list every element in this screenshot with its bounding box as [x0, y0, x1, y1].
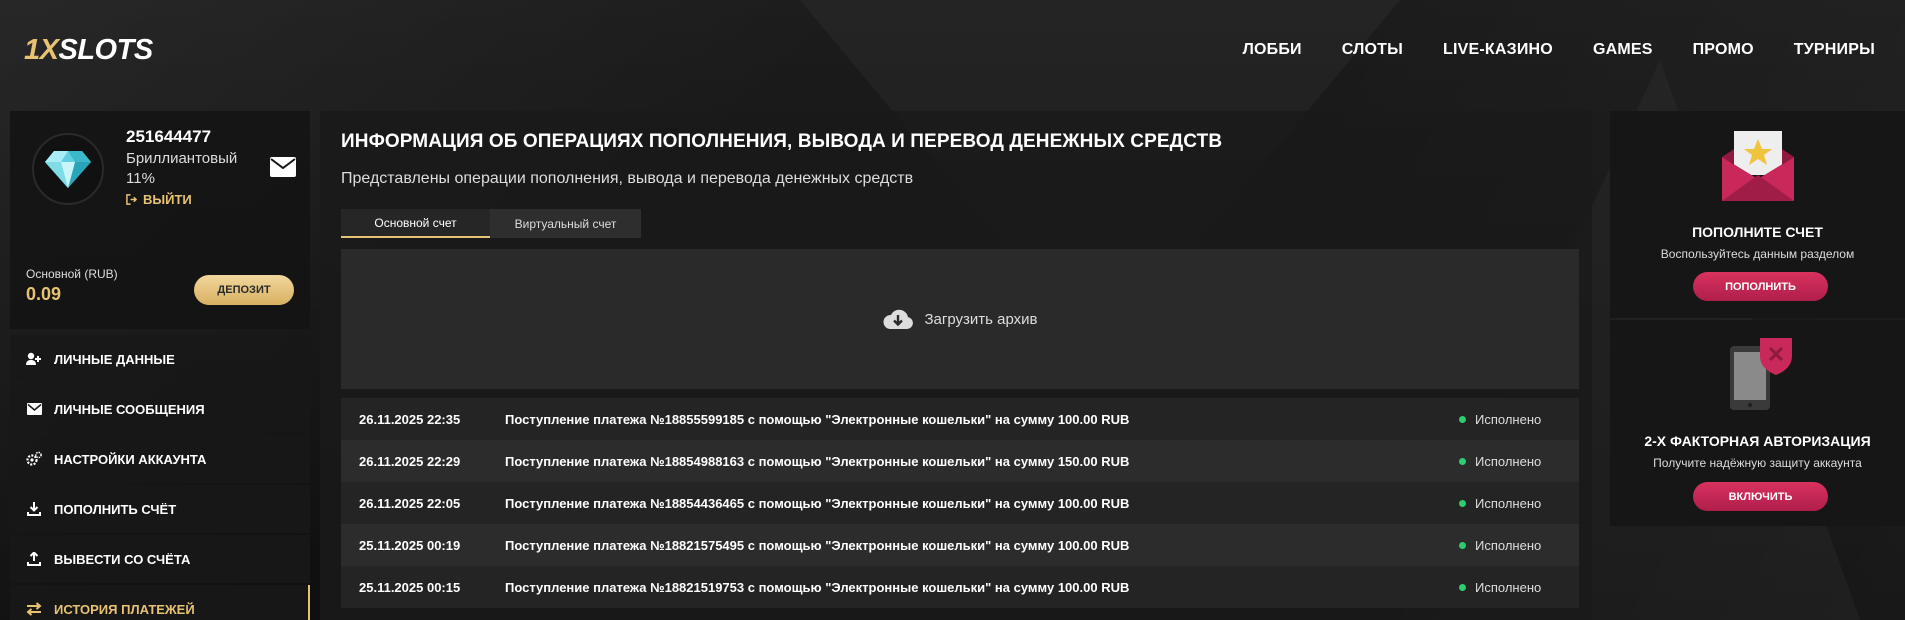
deposit-card-subtitle: Воспользуйтесь данным разделом [1660, 247, 1855, 261]
transactions-table: 26.11.2025 22:35 Поступление платежа №18… [341, 398, 1579, 608]
deposit-promo-card: ПОПОЛНИТЕ СЧЕТ Воспользуйтесь данным раз… [1610, 111, 1905, 318]
row-status: Исполнено [1459, 496, 1579, 511]
left-sidebar: 251644477 Бриллиантовый 11% ВЫЙТИ Основн… [10, 111, 310, 620]
deposit-card-title: ПОПОЛНИТЕ СЧЕТ [1692, 224, 1823, 240]
row-description: Поступление платежа №18821575495 с помощ… [505, 537, 1130, 553]
top-up-button[interactable]: ПОПОЛНИТЬ [1693, 272, 1828, 301]
menu-item-payment-history[interactable]: ИСТОРИЯ ПЛАТЕЖЕЙ [10, 585, 310, 620]
header: 1X SLOTS ЛОББИ СЛОТЫ LIVE-КАЗИНО GAMES ПР… [0, 0, 1905, 100]
download-archive-label: Загрузить архив [924, 310, 1038, 328]
table-row: 26.11.2025 22:29 Поступление платежа №18… [341, 440, 1579, 482]
status-label: Исполнено [1475, 495, 1542, 511]
envelope-icon [26, 401, 42, 417]
table-row: 26.11.2025 22:35 Поступление платежа №18… [341, 398, 1579, 440]
row-status: Исполнено [1459, 454, 1579, 469]
tablet-shield-icon [1730, 338, 1792, 410]
status-dot [1459, 457, 1466, 465]
logout-label: ВЫЙТИ [143, 192, 192, 207]
row-description: Поступление платежа №18855599185 с помощ… [505, 411, 1130, 427]
messages-button[interactable] [270, 157, 296, 182]
row-status: Исполнено [1459, 580, 1579, 595]
row-date: 26.11.2025 22:05 [359, 495, 461, 511]
table-row: 26.11.2025 22:05 Поступление платежа №18… [341, 482, 1579, 524]
enable-2fa-button[interactable]: ВКЛЮЧИТЬ [1693, 482, 1828, 511]
row-description: Поступление платежа №18854436465 с помощ… [505, 495, 1130, 511]
nav-lobby[interactable]: ЛОББИ [1243, 41, 1302, 59]
row-description: Поступление платежа №18854988163 с помощ… [505, 453, 1130, 469]
nav-tournaments[interactable]: ТУРНИРЫ [1794, 41, 1875, 59]
table-row: 25.11.2025 00:15 Поступление платежа №18… [341, 566, 1579, 608]
balance-row: Основной (RUB) 0.09 ДЕПОЗИТ [10, 259, 310, 329]
two-factor-card-subtitle: Получите надёжную защиту аккаунта [1653, 456, 1862, 470]
menu-item-account-settings[interactable]: НАСТРОЙКИ АККАУНТА [10, 435, 310, 483]
status-dot [1459, 415, 1466, 423]
row-date: 25.11.2025 00:19 [359, 537, 461, 553]
user-id: 251644477 [126, 127, 212, 146]
payment-history-panel: ИНФОРМАЦИЯ ОБ ОПЕРАЦИЯХ ПОПОЛНЕНИЯ, ВЫВО… [320, 111, 1592, 620]
status-dot [1459, 541, 1466, 549]
status-label: Исполнено [1475, 453, 1542, 469]
menu-label: ВЫВЕСТИ СО СЧЁТА [54, 551, 191, 567]
page-title: ИНФОРМАЦИЯ ОБ ОПЕРАЦИЯХ ПОПОЛНЕНИЯ, ВЫВО… [341, 131, 1223, 152]
balance-value: 0.09 [26, 284, 62, 304]
cloud-download-icon [883, 309, 914, 329]
menu-label: ЛИЧНЫЕ ДАННЫЕ [54, 351, 175, 367]
profile-card: 251644477 Бриллиантовый 11% ВЫЙТИ [10, 111, 310, 259]
exchange-icon [26, 601, 42, 617]
row-date: 26.11.2025 22:35 [359, 411, 461, 427]
logo[interactable]: 1X SLOTS [24, 34, 153, 67]
diamond-icon [45, 151, 91, 188]
menu-label: ИСТОРИЯ ПЛАТЕЖЕЙ [54, 601, 195, 617]
menu-label: ЛИЧНЫЕ СООБЩЕНИЯ [54, 401, 205, 417]
row-status: Исполнено [1459, 538, 1579, 553]
status-label: Исполнено [1475, 579, 1542, 595]
two-factor-card-title: 2-Х ФАКТОРНАЯ АВТОРИЗАЦИЯ [1644, 433, 1871, 449]
row-description: Поступление платежа №18821519753 с помощ… [505, 579, 1130, 595]
nav-games[interactable]: GAMES [1593, 41, 1653, 59]
table-row: 25.11.2025 00:19 Поступление платежа №18… [341, 524, 1579, 566]
status-dot [1459, 499, 1466, 507]
tab-virtual-account[interactable]: Виртуальный счет [490, 209, 641, 238]
row-date: 25.11.2025 00:15 [359, 579, 461, 595]
page-subtitle: Представлены операции пополнения, вывода… [341, 170, 914, 187]
row-status: Исполнено [1459, 412, 1579, 427]
right-sidebar: ПОПОЛНИТЕ СЧЕТ Воспользуйтесь данным раз… [1610, 111, 1905, 528]
user-rank: Бриллиантовый [126, 150, 238, 167]
menu-item-personal-data[interactable]: ЛИЧНЫЕ ДАННЫЕ [10, 335, 310, 383]
menu-item-messages[interactable]: ЛИЧНЫЕ СООБЩЕНИЯ [10, 385, 310, 433]
upload-icon [26, 551, 42, 567]
menu-label: НАСТРОЙКИ АККАУНТА [54, 451, 207, 467]
tab-main-account[interactable]: Основной счет [341, 209, 490, 238]
status-dot [1459, 583, 1466, 591]
status-label: Исполнено [1475, 411, 1542, 427]
envelope-star-icon [1722, 131, 1794, 201]
download-archive-button[interactable]: Загрузить архив [341, 249, 1579, 389]
gears-icon [26, 451, 42, 467]
avatar [32, 133, 104, 205]
rank-progress: 11% [126, 170, 155, 187]
menu-item-withdraw[interactable]: ВЫВЕСТИ СО СЧЁТА [10, 535, 310, 583]
account-tabs: Основной счет Виртуальный счет [341, 209, 641, 238]
download-icon [26, 501, 42, 517]
user-plus-icon [26, 351, 42, 367]
two-factor-card: 2-Х ФАКТОРНАЯ АВТОРИЗАЦИЯ Получите надёж… [1610, 320, 1905, 526]
logout-icon [126, 194, 137, 205]
nav-slots[interactable]: СЛОТЫ [1342, 41, 1403, 59]
balance-label: Основной (RUB) [26, 267, 118, 281]
menu-item-deposit[interactable]: ПОПОЛНИТЬ СЧЁТ [10, 485, 310, 533]
main-nav: ЛОББИ СЛОТЫ LIVE-КАЗИНО GAMES ПРОМО ТУРН… [1243, 41, 1875, 59]
envelope-icon [270, 157, 296, 177]
nav-live-casino[interactable]: LIVE-КАЗИНО [1443, 41, 1553, 59]
logout-link[interactable]: ВЫЙТИ [126, 192, 192, 207]
row-date: 26.11.2025 22:29 [359, 453, 461, 469]
menu-label: ПОПОЛНИТЬ СЧЁТ [54, 501, 177, 517]
deposit-button[interactable]: ДЕПОЗИТ [194, 275, 294, 305]
logo-part-2: SLOTS [58, 33, 153, 66]
nav-promo[interactable]: ПРОМО [1693, 41, 1754, 59]
logo-part-1: 1X [24, 33, 59, 66]
status-label: Исполнено [1475, 537, 1542, 553]
